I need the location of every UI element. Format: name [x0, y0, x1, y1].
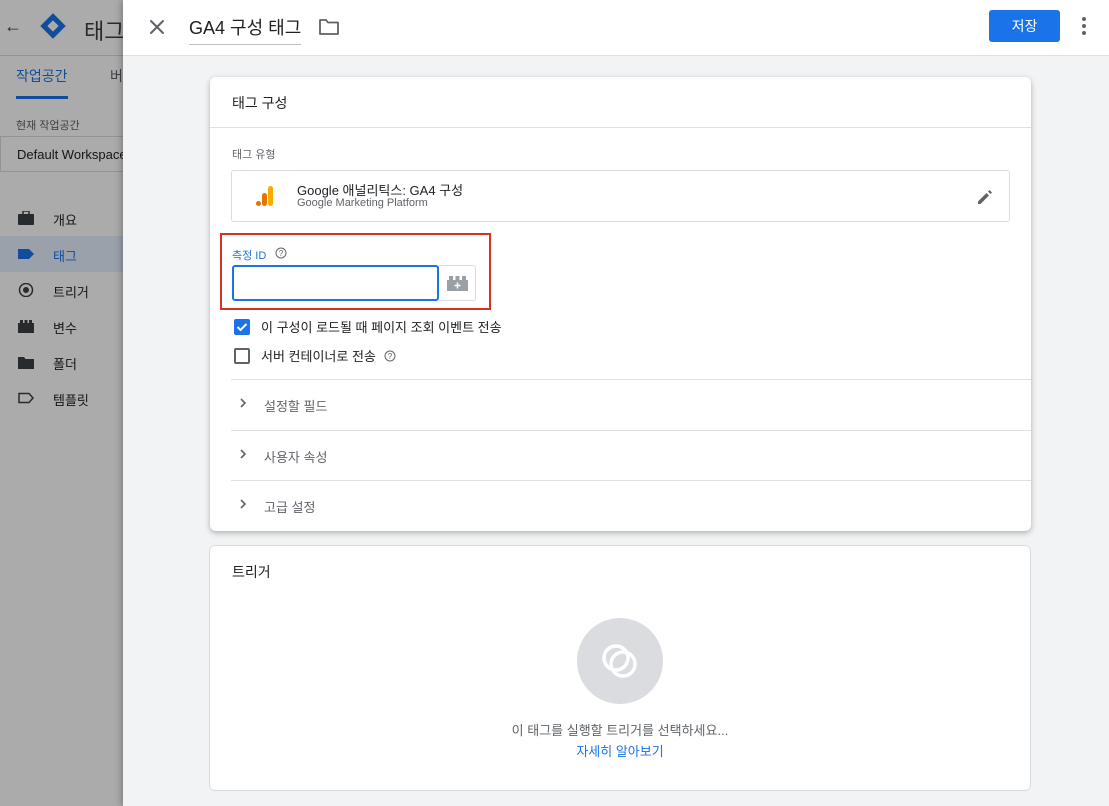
advanced-settings-expander[interactable]: 고급 설정 — [231, 480, 1031, 530]
expander-label: 사용자 속성 — [264, 450, 328, 465]
pencil-icon[interactable] — [975, 187, 995, 207]
tag-type-label: 태그 유형 — [232, 149, 276, 161]
divider — [210, 127, 1031, 128]
chevron-right-icon — [240, 499, 247, 509]
tag-configuration-card: 태그 구성 태그 유형 Google 애널리틱스: GA4 구성 Google … — [210, 77, 1031, 531]
help-icon[interactable]: ? — [275, 247, 287, 259]
send-to-server-checkbox-row[interactable]: 서버 컨테이너로 전송 ? — [234, 346, 396, 365]
more-vert-icon[interactable] — [1074, 14, 1094, 38]
folder-icon[interactable] — [318, 17, 340, 37]
measurement-id-input[interactable] — [232, 265, 439, 301]
variable-icon — [447, 276, 468, 291]
send-to-server-checkbox[interactable] — [234, 347, 250, 364]
tag-editor-panel: GA4 구성 태그 저장 태그 구성 태그 유형 Google 애널리틱스: G… — [123, 0, 1109, 806]
add-trigger-button[interactable] — [577, 618, 663, 704]
triggering-card[interactable]: 트리거 이 태그를 실행할 트리거를 선택하세요... 자세히 알아보기 — [209, 545, 1031, 791]
expander-label: 고급 설정 — [264, 500, 316, 515]
measurement-id-label: 측정 ID — [232, 250, 267, 262]
panel-header: GA4 구성 태그 저장 — [123, 0, 1109, 56]
tag-type-selector[interactable]: Google 애널리틱스: GA4 구성 Google Marketing Pl… — [231, 170, 1010, 222]
variable-picker-button[interactable] — [439, 265, 476, 301]
svg-text:?: ? — [388, 352, 393, 361]
tag-type-platform: Google Marketing Platform — [297, 197, 428, 209]
google-analytics-icon — [256, 186, 273, 206]
user-properties-expander[interactable]: 사용자 속성 — [231, 430, 1031, 480]
section-title: 태그 구성 — [232, 95, 288, 111]
fields-to-set-expander[interactable]: 설정할 필드 — [231, 379, 1031, 429]
check-icon — [236, 322, 248, 331]
help-icon[interactable]: ? — [384, 350, 396, 362]
chevron-right-icon — [240, 449, 247, 459]
svg-text:?: ? — [279, 249, 284, 258]
trigger-icon — [602, 644, 637, 678]
send-pageview-checkbox-row[interactable]: 이 구성이 로드될 때 페이지 조회 이벤트 전송 — [234, 317, 502, 336]
close-icon[interactable] — [145, 15, 169, 39]
tag-name-title[interactable]: GA4 구성 태그 — [189, 14, 302, 45]
send-pageview-checkbox[interactable] — [234, 318, 250, 335]
learn-more-link[interactable]: 자세히 알아보기 — [210, 741, 1030, 760]
chevron-right-icon — [240, 398, 247, 408]
send-pageview-label: 이 구성이 로드될 때 페이지 조회 이벤트 전송 — [261, 320, 502, 335]
section-title: 트리거 — [232, 564, 271, 580]
save-button[interactable]: 저장 — [989, 10, 1060, 42]
trigger-hint-text: 이 태그를 실행할 트리거를 선택하세요... — [511, 723, 729, 738]
expander-label: 설정할 필드 — [264, 399, 328, 414]
send-to-server-label: 서버 컨테이너로 전송 — [261, 349, 376, 364]
